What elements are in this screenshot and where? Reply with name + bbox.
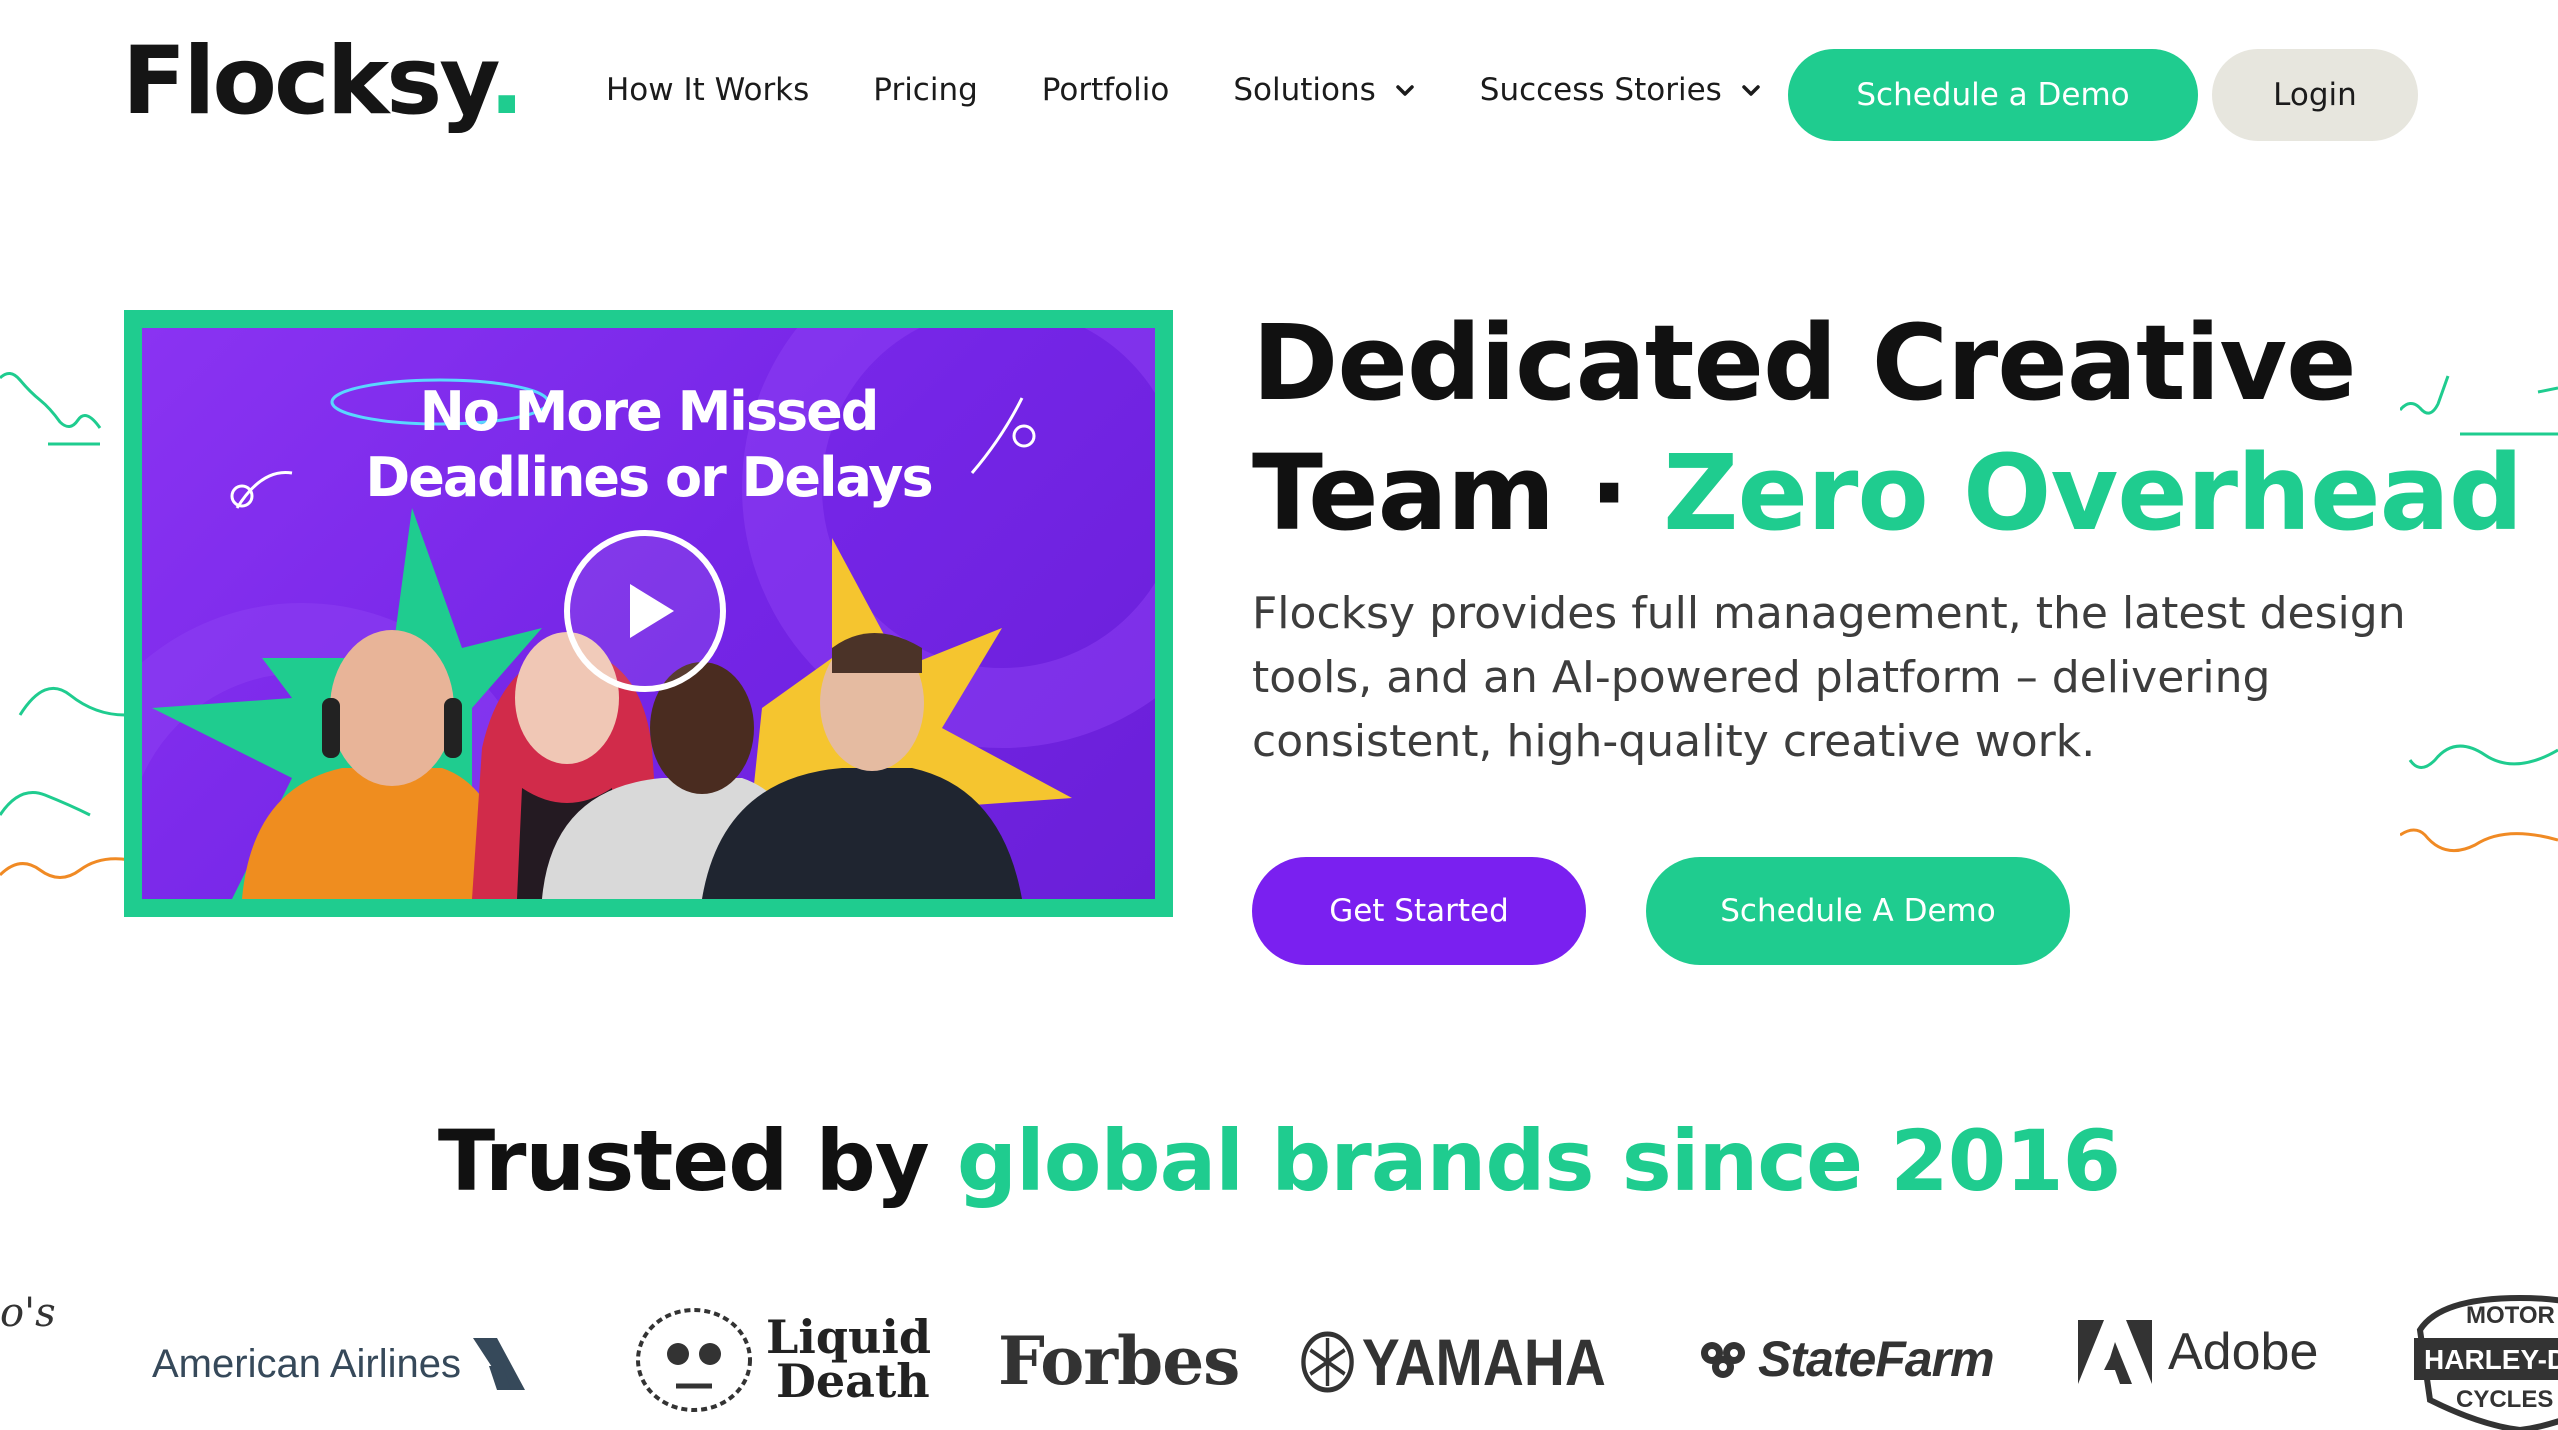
play-icon[interactable]: [560, 526, 730, 696]
state-farm-text: StateFarm: [1758, 1331, 1995, 1387]
nav-pricing[interactable]: Pricing: [873, 72, 978, 108]
harley-text-2: HARLEY-DAVI: [2424, 1344, 2558, 1375]
hero-heading-plain: Team ·: [1252, 432, 1664, 554]
squiggle-decoration: [0, 372, 102, 446]
partial-brand-logo: o's: [0, 1290, 56, 1336]
liquid-death-text-1: Liquid: [766, 1310, 932, 1364]
schedule-a-demo-button[interactable]: Schedule A Demo: [1646, 857, 2070, 965]
american-airlines-eagle-icon: [473, 1338, 526, 1390]
american-airlines-logo: American Airlines: [152, 1332, 531, 1396]
hero-description: Flocksy provides full management, the la…: [1252, 588, 2406, 767]
yamaha-text: YAMAHA: [1361, 1325, 1606, 1399]
hero-heading-line2: Team · Zero Overhead: [1252, 428, 2523, 558]
adobe-text: Adobe: [2168, 1323, 2319, 1381]
nav-solutions[interactable]: Solutions: [1233, 72, 1415, 108]
nav-label: Pricing: [873, 72, 978, 108]
harley-davidson-logo: MOTOR HARLEY-DAVI CYCLES: [2410, 1290, 2558, 1430]
nav-label: Solutions: [1233, 72, 1376, 108]
squiggle-decoration: [0, 686, 130, 879]
state-farm-logo: StateFarm: [1692, 1330, 1995, 1388]
american-airlines-text: American Airlines: [152, 1341, 462, 1386]
hero-heading: Dedicated Creative Team · Zero Overhead: [1252, 298, 2523, 558]
yamaha-logo: YAMAHA: [1300, 1324, 1606, 1400]
logo-dot: .: [488, 27, 525, 136]
trusted-plain: Trusted by: [437, 1112, 957, 1210]
login-button[interactable]: Login: [2212, 49, 2418, 141]
state-farm-ovals-icon: [1701, 1342, 1745, 1378]
logo-text: Flocksy: [122, 27, 492, 136]
nav-label: Portfolio: [1041, 72, 1170, 108]
video-frame: No More Missed Deadlines or Delays: [124, 310, 1173, 917]
partial-brand-text: o's: [0, 1290, 56, 1336]
liquid-death-skull-icon: [636, 1308, 752, 1412]
video-title-line1: No More Missed: [419, 380, 880, 443]
trusted-accent: global brands since 2016: [956, 1112, 2121, 1210]
nav-how-it-works[interactable]: How It Works: [606, 72, 809, 108]
nav-portfolio[interactable]: Portfolio: [1042, 72, 1170, 108]
brand-logos-row: o's American Airlines Liquid Death Forbe…: [0, 1290, 2558, 1430]
forbes-logo: Forbes: [998, 1322, 1240, 1400]
site-header: Flocksy. How It Works Pricing Portfolio …: [0, 0, 2558, 190]
adobe-logo: Adobe: [2078, 1320, 2318, 1384]
harley-text-3: CYCLES: [2456, 1386, 2554, 1413]
adobe-a-icon: [2078, 1320, 2152, 1384]
video-player[interactable]: No More Missed Deadlines or Delays: [142, 328, 1155, 899]
forbes-text: Forbes: [998, 1322, 1240, 1400]
trusted-heading: Trusted by global brands since 2016: [0, 1112, 2558, 1210]
liquid-death-logo: Liquid Death: [630, 1294, 931, 1424]
chevron-down-icon: [1742, 85, 1760, 96]
hero-heading-line1: Dedicated Creative: [1252, 302, 2357, 424]
chevron-down-icon: [1396, 85, 1414, 96]
nav-success-stories[interactable]: Success Stories: [1480, 72, 1762, 108]
flocksy-logo[interactable]: Flocksy.: [122, 35, 525, 129]
harley-text-1: MOTOR: [2466, 1302, 2555, 1329]
get-started-button[interactable]: Get Started: [1252, 857, 1586, 965]
main-nav: How It Works Pricing Portfolio Solutions…: [606, 72, 1826, 108]
yamaha-tuning-fork-icon: [1301, 1331, 1354, 1393]
schedule-demo-button[interactable]: Schedule a Demo: [1788, 49, 2198, 141]
liquid-death-text-2: Death: [776, 1354, 930, 1408]
video-title-line2: Deadlines or Delays: [365, 446, 933, 509]
nav-label: Success Stories: [1479, 72, 1722, 108]
hero-heading-accent: Zero Overhead: [1663, 432, 2523, 554]
liquid-death-wordmark: Liquid Death: [766, 1310, 932, 1408]
nav-label: How It Works: [606, 72, 810, 108]
